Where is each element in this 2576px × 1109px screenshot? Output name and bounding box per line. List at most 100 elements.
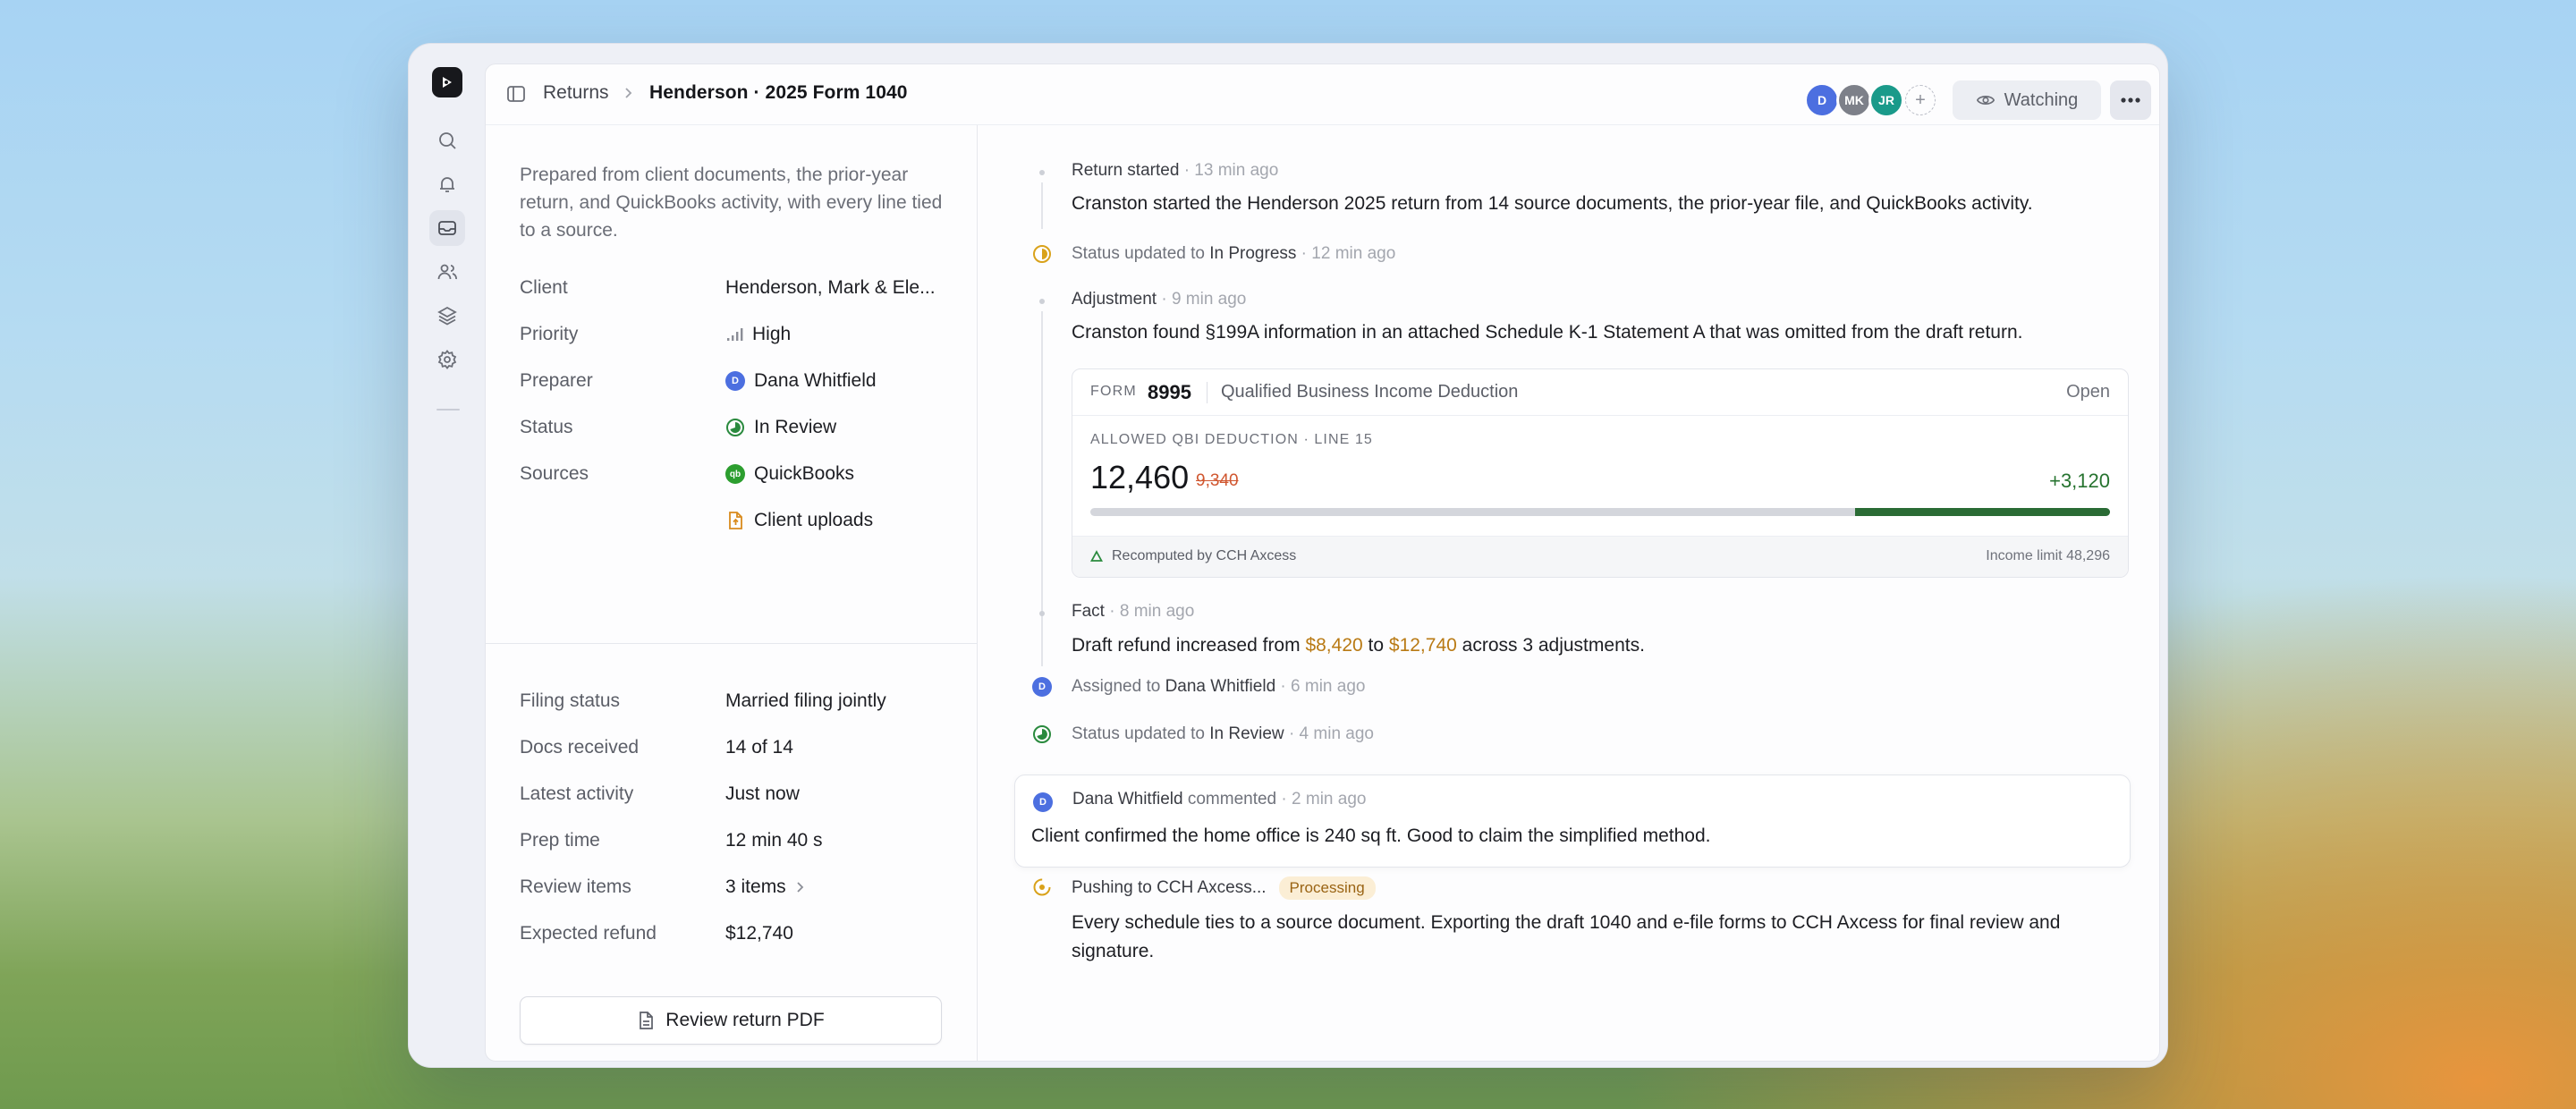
layers-icon[interactable] — [429, 298, 465, 334]
timeline-dot — [1039, 611, 1045, 616]
activity-feed: Return started · 13 min ago Cranston sta… — [979, 125, 2159, 1061]
form-8995-card[interactable]: FORM 8995 Qualified Business Income Dedu… — [1072, 368, 2129, 578]
form-number: 8995 — [1148, 381, 1191, 403]
qbi-line-label: ALLOWED QBI DEDUCTION · LINE 15 — [1090, 432, 1373, 447]
add-watcher-button[interactable]: + — [1905, 85, 1936, 115]
refund-label: Expected refund — [520, 923, 657, 944]
status-row: Status In Review — [520, 417, 958, 444]
event-header: Adjustment · 9 min ago — [1072, 290, 1247, 309]
event-header: Status updated to In Progress · 12 min a… — [1072, 244, 1396, 263]
top-bar: Returns Henderson · 2025 Form 1040 D MK … — [486, 64, 2159, 125]
event-text: Cranston found §199A information in an a… — [1072, 322, 2023, 343]
open-form-link[interactable]: Open — [2066, 382, 2110, 402]
preparer-label: Preparer — [520, 370, 593, 391]
source-client-uploads[interactable]: Client uploads — [725, 510, 873, 531]
refund-row: Expected refund $12,740 — [520, 923, 958, 950]
timeline-dot — [1039, 170, 1045, 175]
timeline-dot — [1039, 299, 1045, 304]
timeline-line — [1041, 623, 1043, 666]
app-window: Returns Henderson · 2025 Form 1040 D MK … — [408, 43, 2168, 1068]
users-icon[interactable] — [429, 254, 465, 290]
qbi-old-value: 9,340 — [1196, 471, 1239, 490]
sidebar-toggle-icon[interactable] — [505, 83, 527, 109]
document-icon — [640, 1012, 654, 1029]
signal-high-icon — [727, 328, 743, 341]
watching-label: Watching — [2004, 89, 2079, 110]
status-label: Status — [520, 417, 573, 437]
client-value[interactable]: Henderson, Mark & Ele... — [725, 277, 936, 299]
eye-icon — [1976, 96, 1995, 105]
watching-button[interactable]: Watching — [1953, 80, 2101, 120]
event-header: Fact · 8 min ago — [1072, 602, 1195, 621]
filing-status-value: Married filing jointly — [725, 690, 886, 711]
preparer-value[interactable]: D Dana Whitfield — [725, 370, 877, 392]
activity-value: Just now — [725, 783, 800, 804]
timeline-line — [1041, 311, 1043, 633]
prep-time-label: Prep time — [520, 830, 600, 851]
client-row: Client Henderson, Mark & Ele... — [520, 277, 958, 304]
processing-icon — [1032, 877, 1052, 897]
inbox-icon[interactable] — [429, 210, 465, 246]
activity-label: Latest activity — [520, 783, 634, 804]
event-header: Pushing to CCH Axcess... Processing — [1072, 876, 1376, 900]
preparer-row: Preparer D Dana Whitfield — [520, 370, 958, 397]
recomputed-note: Recomputed by CCH Axcess — [1090, 548, 1296, 564]
review-items-label: Review items — [520, 876, 631, 897]
sources-row: Sources qb QuickBooks — [520, 463, 958, 490]
prep-time-row: Prep time 12 min 40 s — [520, 830, 958, 857]
bell-icon[interactable] — [429, 166, 465, 202]
breadcrumb-returns[interactable]: Returns — [543, 82, 609, 104]
source-quickbooks[interactable]: qb QuickBooks — [725, 463, 854, 485]
qbi-progress-bar — [1090, 508, 2110, 516]
form-title: Qualified Business Income Deduction — [1221, 382, 1519, 402]
event-header: Assigned to Dana Whitfield · 6 min ago — [1072, 677, 1366, 696]
in-review-status-icon — [1032, 724, 1052, 744]
review-items-link[interactable]: 3 items — [725, 876, 806, 898]
search-icon[interactable] — [429, 123, 465, 158]
avatar[interactable]: D — [1804, 82, 1840, 118]
document-icon — [729, 512, 742, 529]
event-text: Every schedule ties to a source document… — [1072, 912, 2061, 961]
comment-card[interactable]: D Dana Whitfield commented · 2 min ago C… — [1014, 775, 2131, 868]
more-options-button[interactable] — [2110, 80, 2151, 120]
in-review-status-icon — [726, 419, 744, 436]
event-header: Status updated to In Review · 4 min ago — [1072, 724, 1374, 743]
qbi-value: 12,460 — [1090, 459, 1190, 495]
activity-row: Latest activity Just now — [520, 783, 958, 810]
sources-label: Sources — [520, 463, 589, 484]
timeline-line — [1041, 182, 1043, 229]
nav-rail — [409, 44, 486, 1067]
card-header: FORM 8995 Qualified Business Income Dedu… — [1072, 369, 2128, 416]
card-header-divider — [1207, 382, 1208, 403]
docs-row: Docs received 14 of 14 — [520, 737, 958, 764]
section-divider — [486, 643, 977, 644]
in-progress-status-icon — [1032, 244, 1052, 264]
priority-value[interactable]: High — [725, 324, 791, 345]
avatar[interactable]: JR — [1868, 82, 1904, 118]
docs-label: Docs received — [520, 737, 640, 758]
priority-label: Priority — [520, 324, 579, 344]
priority-row: Priority High — [520, 324, 958, 351]
quickbooks-icon: qb — [725, 464, 745, 484]
event-text: Cranston started the Henderson 2025 retu… — [1072, 193, 2033, 214]
details-panel: Prepared from client documents, the prio… — [486, 125, 978, 1061]
qbi-delta: +3,120 — [2049, 470, 2110, 492]
refund-value: $12,740 — [725, 923, 793, 944]
review-pdf-button[interactable]: Review return PDF — [520, 996, 942, 1045]
comment-text: Client confirmed the home office is 240 … — [1031, 825, 1711, 846]
review-items-row: Review items 3 items — [520, 876, 958, 903]
qbi-progress-fill — [1855, 508, 2110, 516]
status-value[interactable]: In Review — [725, 417, 836, 438]
app-logo[interactable] — [432, 67, 462, 97]
income-limit: Income limit 48,296 — [1986, 548, 2110, 563]
event-header: Return started · 13 min ago — [1072, 161, 1279, 180]
client-label: Client — [520, 277, 568, 298]
filing-status-label: Filing status — [520, 690, 621, 711]
form-label: FORM — [1090, 384, 1137, 399]
main-panel: Returns Henderson · 2025 Form 1040 D MK … — [485, 63, 2160, 1062]
comment-header: Dana Whitfield commented · 2 min ago — [1072, 790, 1367, 808]
gear-icon[interactable] — [429, 342, 465, 377]
avatar: D — [1033, 792, 1053, 812]
page-title: Henderson · 2025 Form 1040 — [649, 82, 908, 103]
avatar[interactable]: MK — [1836, 82, 1872, 118]
